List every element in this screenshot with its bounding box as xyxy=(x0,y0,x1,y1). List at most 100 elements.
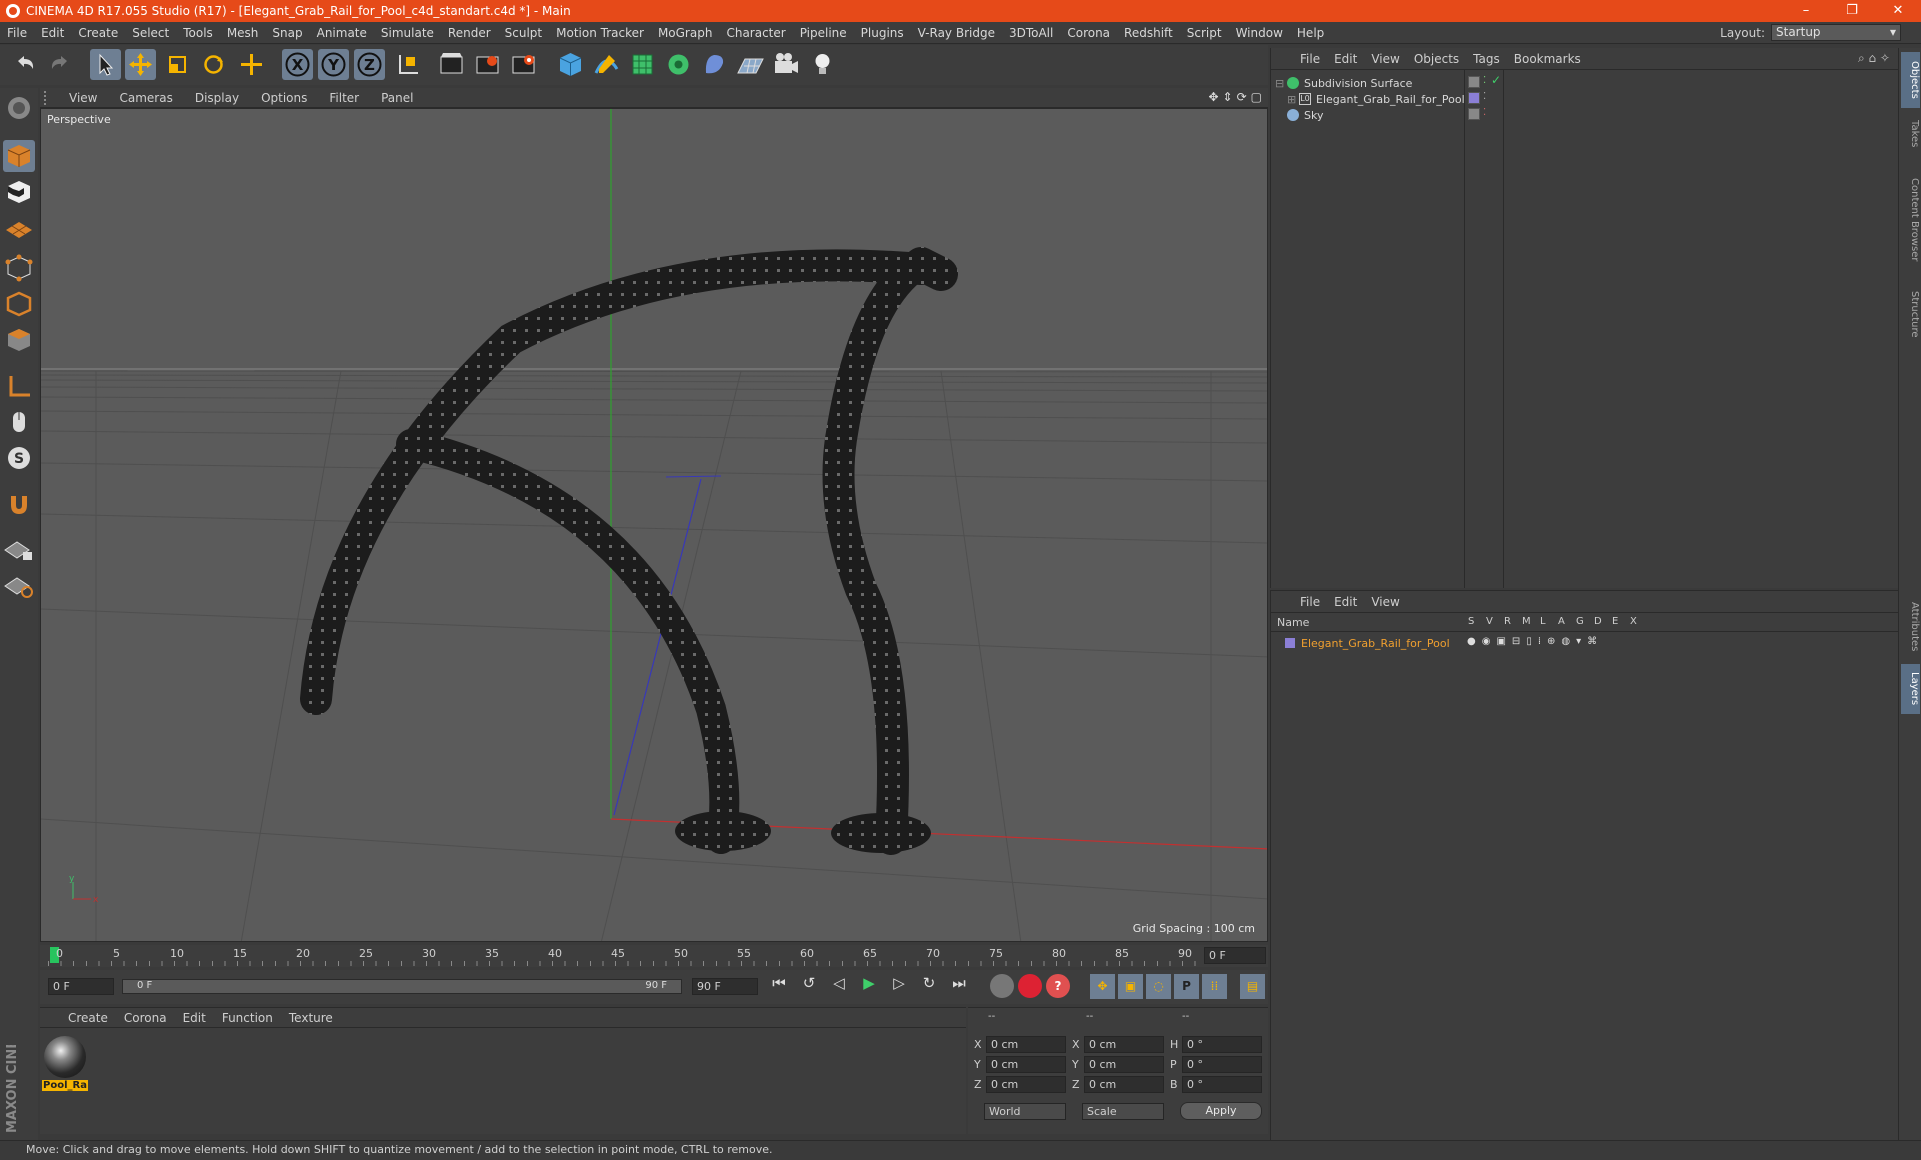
menu-select[interactable]: Select xyxy=(125,26,176,40)
close-button[interactable]: ✕ xyxy=(1875,0,1921,22)
layer-tag-icon[interactable] xyxy=(1468,76,1480,88)
texture-mode-button[interactable] xyxy=(3,176,35,208)
play-icon[interactable]: ▶ xyxy=(856,974,882,992)
spline-pen-button[interactable] xyxy=(591,49,622,80)
object-row-sky[interactable]: Sky xyxy=(1287,106,1323,124)
size-y-field[interactable]: 0 cm xyxy=(1084,1056,1164,1073)
layer-header-render[interactable]: R xyxy=(1504,616,1511,627)
cube-primitive-button[interactable] xyxy=(555,49,586,80)
size-z-field[interactable]: 0 cm xyxy=(1084,1076,1164,1093)
layer-xref-icon[interactable]: ⌘ xyxy=(1587,636,1597,647)
end-frame-field[interactable]: 90 F xyxy=(692,978,758,995)
workplane-lock-button[interactable] xyxy=(3,532,35,564)
tab-content-browser[interactable]: Content Browser xyxy=(1901,160,1920,280)
grab-rail-model[interactable] xyxy=(300,247,958,855)
layer-header-view[interactable]: V xyxy=(1486,616,1493,627)
menu-plugins[interactable]: Plugins xyxy=(854,26,911,40)
render-picture-viewer-button[interactable] xyxy=(472,49,503,80)
visibility-dots-icon[interactable]: ⁚ xyxy=(1483,91,1486,102)
polygons-mode-button[interactable] xyxy=(3,324,35,356)
start-frame-field[interactable]: 0 F xyxy=(48,978,114,995)
layer-color-swatch[interactable] xyxy=(1468,92,1480,104)
objects-menu-view[interactable]: View xyxy=(1364,52,1406,66)
previous-frame-icon[interactable]: ◁ xyxy=(826,974,852,992)
tree-expand-icon[interactable]: ⊞ xyxy=(1287,93,1299,106)
coordinate-system-button[interactable] xyxy=(392,49,423,80)
camera-button[interactable] xyxy=(771,49,802,80)
viewport-menu-cameras[interactable]: Cameras xyxy=(108,91,183,105)
next-key-icon[interactable]: ↻ xyxy=(916,974,942,992)
menu-script[interactable]: Script xyxy=(1180,26,1229,40)
restore-button[interactable]: ❐ xyxy=(1829,0,1875,22)
viewport-menu-view[interactable]: View xyxy=(58,91,108,105)
layer-animation-icon[interactable]: ⁞ xyxy=(1538,636,1541,647)
search-icon[interactable]: ⌕ ⌂ ✧ xyxy=(1858,51,1890,66)
record-keys-icon[interactable] xyxy=(990,974,1014,998)
menu-motion-tracker[interactable]: Motion Tracker xyxy=(549,26,651,40)
next-frame-icon[interactable]: ▷ xyxy=(886,974,912,992)
tab-takes[interactable]: Takes xyxy=(1901,112,1920,156)
rotation-h-field[interactable]: 0 ° xyxy=(1182,1036,1262,1053)
tab-structure[interactable]: Structure xyxy=(1901,284,1920,344)
tweak-mode-button[interactable] xyxy=(3,406,35,438)
layer-header-locked[interactable]: L xyxy=(1540,616,1546,627)
menu-redshift[interactable]: Redshift xyxy=(1117,26,1180,40)
viewport-menu-display[interactable]: Display xyxy=(184,91,250,105)
scale-tool[interactable] xyxy=(162,49,193,80)
layer-lock-icon[interactable]: ▯ xyxy=(1526,636,1532,647)
cloner-button[interactable] xyxy=(663,49,694,80)
undo-button[interactable] xyxy=(10,49,41,80)
rotation-p-field[interactable]: 0 ° xyxy=(1182,1056,1262,1073)
menu-animate[interactable]: Animate xyxy=(310,26,374,40)
material-menu-corona[interactable]: Corona xyxy=(116,1011,175,1025)
layer-header-solo[interactable]: S xyxy=(1468,616,1474,627)
transform-tool[interactable] xyxy=(236,49,267,80)
tab-attributes[interactable]: Attributes xyxy=(1901,594,1920,660)
layer-header-expressions[interactable]: E xyxy=(1612,616,1618,627)
menu-corona[interactable]: Corona xyxy=(1060,26,1117,40)
material-menu-edit[interactable]: Edit xyxy=(175,1011,214,1025)
tab-objects[interactable]: Objects xyxy=(1901,52,1920,108)
timeline-ruler[interactable]: 0 5 10 15 20 25 30 35 40 45 50 55 60 65 … xyxy=(40,945,1268,967)
layer-render-icon[interactable]: ▣ xyxy=(1496,636,1505,647)
render-view-button[interactable] xyxy=(436,49,467,80)
frame-range-slider[interactable]: 0 F 90 F xyxy=(122,979,682,994)
menu-mesh[interactable]: Mesh xyxy=(220,26,266,40)
workplane-align-button[interactable] xyxy=(3,568,35,600)
menu-edit[interactable]: Edit xyxy=(34,26,71,40)
enabled-check-icon[interactable]: ✓ xyxy=(1491,73,1501,87)
orbit-view-icon[interactable]: ⟳ xyxy=(1237,90,1247,104)
menu-render[interactable]: Render xyxy=(441,26,498,40)
menu-pipeline[interactable]: Pipeline xyxy=(793,26,854,40)
material-menu-create[interactable]: Create xyxy=(60,1011,116,1025)
layer-manager-icon[interactable]: ⊟ xyxy=(1512,636,1520,647)
menu-sculpt[interactable]: Sculpt xyxy=(498,26,549,40)
x-axis-lock-button[interactable]: X xyxy=(282,49,313,80)
material-menu-texture[interactable]: Texture xyxy=(281,1011,341,1025)
material-menu-function[interactable]: Function xyxy=(214,1011,281,1025)
keyframe-selection-icon[interactable]: ? xyxy=(1046,974,1070,998)
subdivision-surface-button[interactable] xyxy=(627,49,658,80)
objects-menu-bookmarks[interactable]: Bookmarks xyxy=(1507,52,1588,66)
position-y-field[interactable]: 0 cm xyxy=(986,1056,1066,1073)
points-mode-button[interactable] xyxy=(3,252,35,284)
floor-button[interactable] xyxy=(735,49,766,80)
render-settings-button[interactable] xyxy=(508,49,539,80)
layer-view-icon[interactable]: ◉ xyxy=(1482,636,1491,647)
size-x-field[interactable]: 0 cm xyxy=(1084,1036,1164,1053)
layers-menu-edit[interactable]: Edit xyxy=(1327,595,1364,609)
timeline-window-icon[interactable]: ▤ xyxy=(1240,974,1265,999)
edges-mode-button[interactable] xyxy=(3,288,35,320)
layer-header-xref[interactable]: X xyxy=(1630,616,1637,627)
viewport-menu-filter[interactable]: Filter xyxy=(318,91,370,105)
viewport-menu-panel[interactable]: Panel xyxy=(370,91,424,105)
redo-button[interactable] xyxy=(44,49,75,80)
menu-simulate[interactable]: Simulate xyxy=(374,26,441,40)
tree-collapse-icon[interactable]: ⊟ xyxy=(1275,77,1287,90)
coordinate-mode-dropdown[interactable]: Scale xyxy=(1082,1103,1164,1120)
visibility-dots-icon[interactable]: ⁚ xyxy=(1483,75,1486,86)
apply-button[interactable]: Apply xyxy=(1180,1102,1262,1120)
menu-create[interactable]: Create xyxy=(71,26,125,40)
layer-tag-icon[interactable] xyxy=(1468,108,1480,120)
layout-dropdown[interactable]: Startup xyxy=(1771,24,1901,41)
